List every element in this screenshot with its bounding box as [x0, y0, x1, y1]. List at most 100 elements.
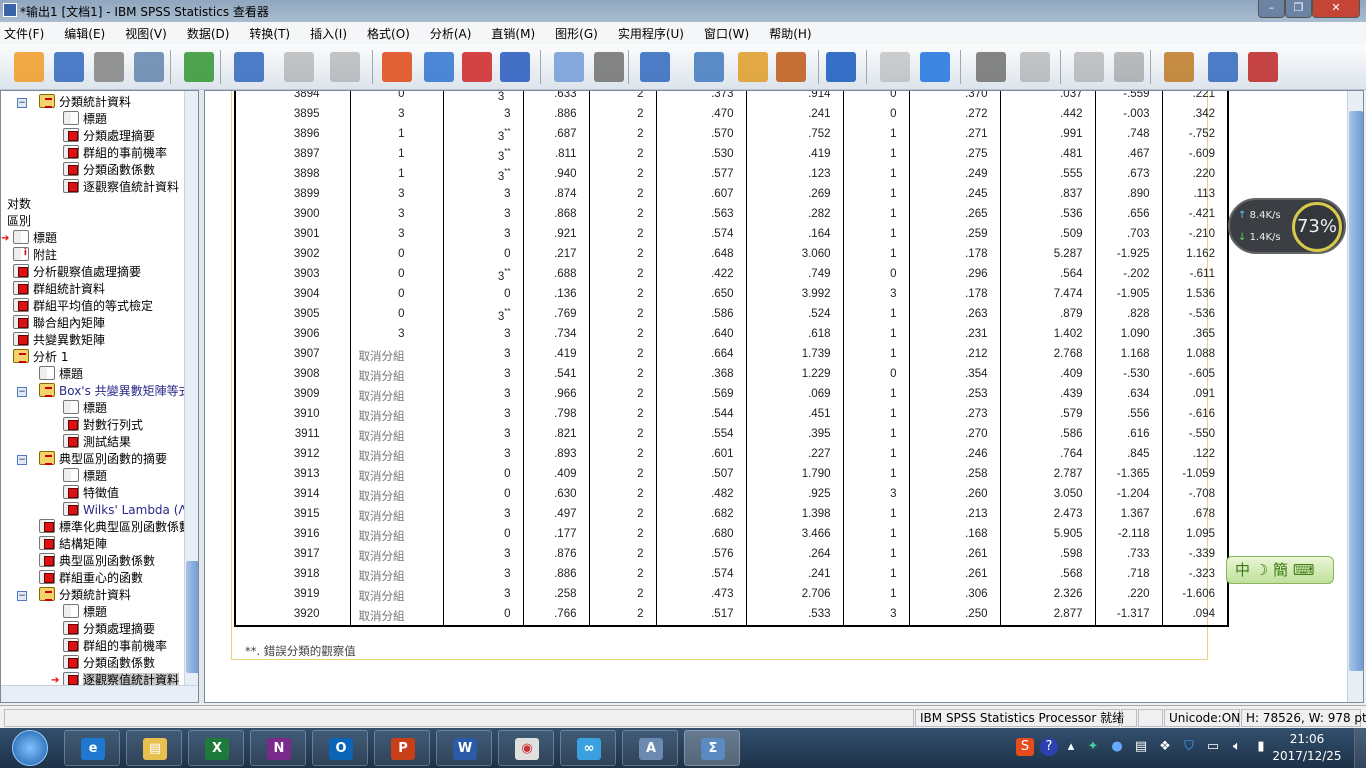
- table-cell[interactable]: -1.317: [1094, 606, 1162, 626]
- table-cell[interactable]: 2: [588, 106, 656, 126]
- table-cell[interactable]: .601: [655, 446, 746, 466]
- table-cell[interactable]: .530: [655, 146, 746, 166]
- table-cell[interactable]: 3895: [235, 106, 350, 126]
- table-cell[interactable]: -.339: [1161, 546, 1228, 566]
- table-cell[interactable]: 2: [588, 366, 656, 386]
- menu-item[interactable]: 文件(F): [4, 25, 44, 42]
- outline-item[interactable]: 測試結果: [63, 434, 131, 451]
- show-all-variables-icon[interactable]: [594, 52, 624, 82]
- table-cell[interactable]: .921: [522, 226, 589, 246]
- outline-item[interactable]: ➔ 標題: [1, 230, 57, 247]
- scrollbar-thumb[interactable]: [1349, 111, 1363, 671]
- table-cell[interactable]: .616: [1094, 426, 1162, 446]
- outline-item[interactable]: 分類函數係數: [63, 655, 155, 672]
- table-cell[interactable]: 0: [842, 106, 909, 126]
- table-cell[interactable]: 3**: [442, 146, 523, 166]
- table-cell[interactable]: 5.905: [999, 526, 1095, 546]
- table-cell[interactable]: 1.090: [1094, 326, 1162, 346]
- table-cell[interactable]: 2: [588, 326, 656, 346]
- table-cell[interactable]: .442: [999, 106, 1095, 126]
- table-cell[interactable]: -.616: [1161, 406, 1228, 426]
- table-cell[interactable]: .876: [522, 546, 589, 566]
- table-cell[interactable]: .890: [1094, 186, 1162, 206]
- table-cell[interactable]: .868: [522, 206, 589, 226]
- table-cell[interactable]: .419: [745, 146, 843, 166]
- table-cell[interactable]: .113: [1161, 186, 1228, 206]
- table-cell[interactable]: -.530: [1094, 366, 1162, 386]
- table-cell[interactable]: 3902: [235, 246, 350, 266]
- save-icon[interactable]: [54, 52, 84, 82]
- table-cell[interactable]: .579: [999, 406, 1095, 426]
- output-vertical-scrollbar[interactable]: [1347, 91, 1363, 702]
- table-cell[interactable]: .263: [908, 306, 1000, 326]
- table-cell[interactable]: .564: [999, 266, 1095, 286]
- casewise-statistics-table[interactable]: 3894 0 3** .633 2.373.914 0.370.037 -.559.221 3…: [234, 91, 1229, 627]
- network-icon[interactable]: ▭: [1204, 738, 1222, 756]
- table-cell[interactable]: 0: [349, 266, 443, 286]
- table-cell[interactable]: .886: [522, 566, 589, 586]
- table-cell[interactable]: 2.326: [999, 586, 1095, 606]
- table-cell[interactable]: .168: [908, 526, 1000, 546]
- table-cell[interactable]: 2: [588, 426, 656, 446]
- table-cell[interactable]: .296: [908, 266, 1000, 286]
- table-cell[interactable]: 2: [588, 186, 656, 206]
- taskbar-app[interactable]: ∞: [560, 730, 616, 766]
- table-cell[interactable]: .554: [655, 426, 746, 446]
- insert-text-icon[interactable]: [776, 52, 806, 82]
- outline-item[interactable]: Wilks' Lambda (Λ): [63, 502, 191, 519]
- table-cell[interactable]: .178: [908, 286, 1000, 306]
- table-cell[interactable]: 取消分組: [349, 386, 443, 406]
- table-cell[interactable]: .577: [655, 166, 746, 186]
- menu-item[interactable]: 图形(G): [555, 25, 598, 42]
- table-cell[interactable]: .265: [908, 206, 1000, 226]
- table-cell[interactable]: .136: [522, 286, 589, 306]
- table-cell[interactable]: 3903: [235, 266, 350, 286]
- table-cell[interactable]: .213: [908, 506, 1000, 526]
- table-cell[interactable]: .811: [522, 146, 589, 166]
- table-cell[interactable]: 3**: [442, 306, 523, 326]
- table-cell[interactable]: .220: [1094, 586, 1162, 606]
- table-cell[interactable]: .246: [908, 446, 1000, 466]
- keyboard-icon[interactable]: ⌨: [1293, 561, 1315, 579]
- table-cell[interactable]: -.550: [1161, 426, 1228, 446]
- table-cell[interactable]: .354: [908, 366, 1000, 386]
- table-cell[interactable]: -.611: [1161, 266, 1228, 286]
- table-cell[interactable]: 1.402: [999, 326, 1095, 346]
- menu-item[interactable]: 插入(I): [310, 25, 347, 42]
- table-cell[interactable]: 0: [442, 246, 523, 266]
- table-cell[interactable]: .409: [999, 366, 1095, 386]
- table-cell[interactable]: 0: [349, 286, 443, 306]
- printer-icon[interactable]: ▤: [1132, 738, 1150, 756]
- forward-icon[interactable]: [976, 52, 1006, 82]
- outline-vertical-scrollbar[interactable]: [184, 91, 198, 685]
- table-cell[interactable]: 0: [842, 266, 909, 286]
- open-icon[interactable]: [14, 52, 44, 82]
- table-cell[interactable]: 1: [842, 446, 909, 466]
- table-cell[interactable]: .569: [655, 386, 746, 406]
- table-cell[interactable]: .633: [522, 91, 589, 106]
- table-cell[interactable]: .734: [522, 326, 589, 346]
- table-cell[interactable]: .886: [522, 106, 589, 126]
- table-cell[interactable]: .245: [908, 186, 1000, 206]
- table-cell[interactable]: .536: [999, 206, 1095, 226]
- table-cell[interactable]: .261: [908, 546, 1000, 566]
- table-cell[interactable]: 1.162: [1161, 246, 1228, 266]
- table-cell[interactable]: .422: [655, 266, 746, 286]
- table-cell[interactable]: .874: [522, 186, 589, 206]
- table-cell[interactable]: .231: [908, 326, 1000, 346]
- start-button[interactable]: [12, 730, 48, 766]
- table-cell[interactable]: 取消分組: [349, 606, 443, 626]
- table-cell[interactable]: 取消分組: [349, 406, 443, 426]
- collapse-toggle[interactable]: −: [17, 455, 27, 465]
- table-cell[interactable]: .481: [999, 146, 1095, 166]
- table-cell[interactable]: 3906: [235, 326, 350, 346]
- table-cell[interactable]: .650: [655, 286, 746, 306]
- table-cell[interactable]: .282: [745, 206, 843, 226]
- menu-item[interactable]: 窗口(W): [704, 25, 749, 42]
- table-cell[interactable]: .342: [1161, 106, 1228, 126]
- table-cell[interactable]: 2: [588, 166, 656, 186]
- scrollbar-thumb[interactable]: [186, 561, 198, 673]
- table-cell[interactable]: 3897: [235, 146, 350, 166]
- clock[interactable]: 21:06 2017/12/25: [1272, 731, 1342, 765]
- table-cell[interactable]: .687: [522, 126, 589, 146]
